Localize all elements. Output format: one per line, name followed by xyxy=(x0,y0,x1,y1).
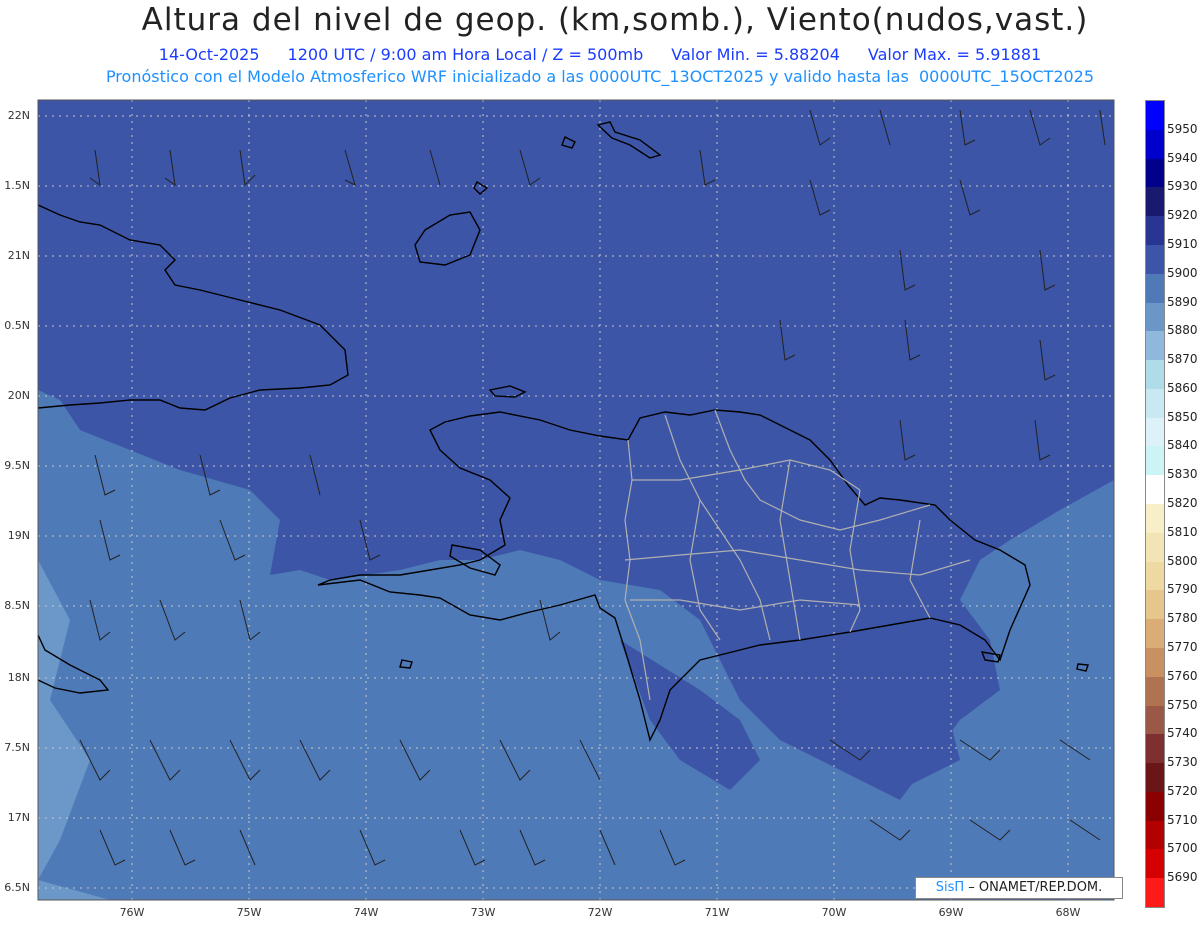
color-bar-label: 5740 xyxy=(1167,726,1198,741)
lon-label: 72W xyxy=(587,906,613,919)
color-bar-segment xyxy=(1146,187,1164,217)
color-bar-segment xyxy=(1146,302,1164,332)
lon-label: 71W xyxy=(704,906,730,919)
color-bar-label: 5790 xyxy=(1167,582,1198,597)
color-bar-segment xyxy=(1146,619,1164,649)
color-bar-label: 5760 xyxy=(1167,668,1198,683)
lat-label: 19N xyxy=(7,529,30,542)
lon-label: 74W xyxy=(353,906,379,919)
lat-label: 1.5N xyxy=(4,179,30,192)
lat-label: 18N xyxy=(7,671,30,684)
color-bar-label: 5700 xyxy=(1167,841,1198,856)
color-bar-segment xyxy=(1146,791,1164,822)
lat-label: 22N xyxy=(7,109,30,122)
color-bar-segment xyxy=(1146,388,1164,419)
color-bar-label: 5890 xyxy=(1167,294,1198,309)
color-bar-label: 5800 xyxy=(1167,553,1198,568)
color-bar-segment xyxy=(1146,360,1164,390)
color-bar-label: 5780 xyxy=(1167,611,1198,626)
color-bar-label: 5930 xyxy=(1167,179,1198,194)
color-bar-segment xyxy=(1146,273,1164,303)
color-bar-label: 5850 xyxy=(1167,409,1198,424)
color-bar-segment xyxy=(1146,820,1164,850)
lat-label: 17N xyxy=(7,811,30,824)
lon-label: 76W xyxy=(119,906,145,919)
color-bar-segment xyxy=(1146,763,1164,793)
color-bar-segment xyxy=(1146,101,1164,131)
color-bar-label: 5810 xyxy=(1167,524,1198,539)
lat-label: 0.5N xyxy=(4,319,30,332)
color-bar-label: 5690 xyxy=(1167,870,1198,885)
lat-label: 20N xyxy=(7,389,30,402)
color-bar-label: 5900 xyxy=(1167,265,1198,280)
color-bar-segment xyxy=(1146,504,1164,534)
color-bar-segment xyxy=(1146,244,1164,275)
color-bar-label: 5830 xyxy=(1167,467,1198,482)
color-bar-segment xyxy=(1146,417,1164,447)
color-bar-label: 5720 xyxy=(1167,783,1198,798)
map-plot xyxy=(37,99,1115,901)
lat-label: 9.5N xyxy=(4,459,30,472)
lon-label: 73W xyxy=(470,906,496,919)
color-bar-label: 5770 xyxy=(1167,639,1198,654)
lon-label: 68W xyxy=(1055,906,1081,919)
color-bar-segment xyxy=(1146,561,1164,591)
color-bar-label: 5910 xyxy=(1167,236,1198,251)
color-bar-label: 5880 xyxy=(1167,323,1198,338)
color-bar-label: 5870 xyxy=(1167,352,1198,367)
color-bar-segment xyxy=(1146,590,1164,620)
credit-brand: SisΠ xyxy=(935,880,965,895)
color-bar-segment xyxy=(1146,532,1164,563)
color-bar-label: 5750 xyxy=(1167,697,1198,712)
credit-text: – ONAMET/REP.DOM. xyxy=(964,880,1103,895)
color-bar-segment xyxy=(1146,331,1164,361)
color-bar xyxy=(1145,100,1165,908)
lat-label: 7.5N xyxy=(4,741,30,754)
color-bar-segment xyxy=(1146,676,1164,706)
color-bar-segment xyxy=(1146,129,1164,160)
lon-label: 75W xyxy=(236,906,262,919)
lat-label: 8.5N xyxy=(4,599,30,612)
color-bar-label: 5920 xyxy=(1167,208,1198,223)
color-bar-label: 5940 xyxy=(1167,150,1198,165)
color-bar-segment xyxy=(1146,647,1164,678)
color-bar-segment xyxy=(1146,216,1164,246)
color-bar-segment xyxy=(1146,158,1164,188)
lat-label: 21N xyxy=(7,249,30,262)
color-bar-label: 5730 xyxy=(1167,755,1198,770)
color-bar-label: 5950 xyxy=(1167,121,1198,136)
color-bar-segment xyxy=(1146,475,1164,505)
lon-label: 69W xyxy=(938,906,964,919)
color-bar-label: 5860 xyxy=(1167,380,1198,395)
color-bar-segment xyxy=(1146,705,1164,735)
credit-box: SisΠ – ONAMET/REP.DOM. xyxy=(915,877,1123,899)
color-bar-segment xyxy=(1146,446,1164,476)
color-bar-segment xyxy=(1146,849,1164,879)
color-bar-segment xyxy=(1146,734,1164,764)
color-bar-label: 5710 xyxy=(1167,812,1198,827)
color-bar-label: 5820 xyxy=(1167,496,1198,510)
color-bar-label: 5840 xyxy=(1167,438,1198,453)
lat-label: 6.5N xyxy=(4,881,30,894)
color-bar-segment xyxy=(1146,878,1164,908)
lon-label: 70W xyxy=(821,906,847,919)
